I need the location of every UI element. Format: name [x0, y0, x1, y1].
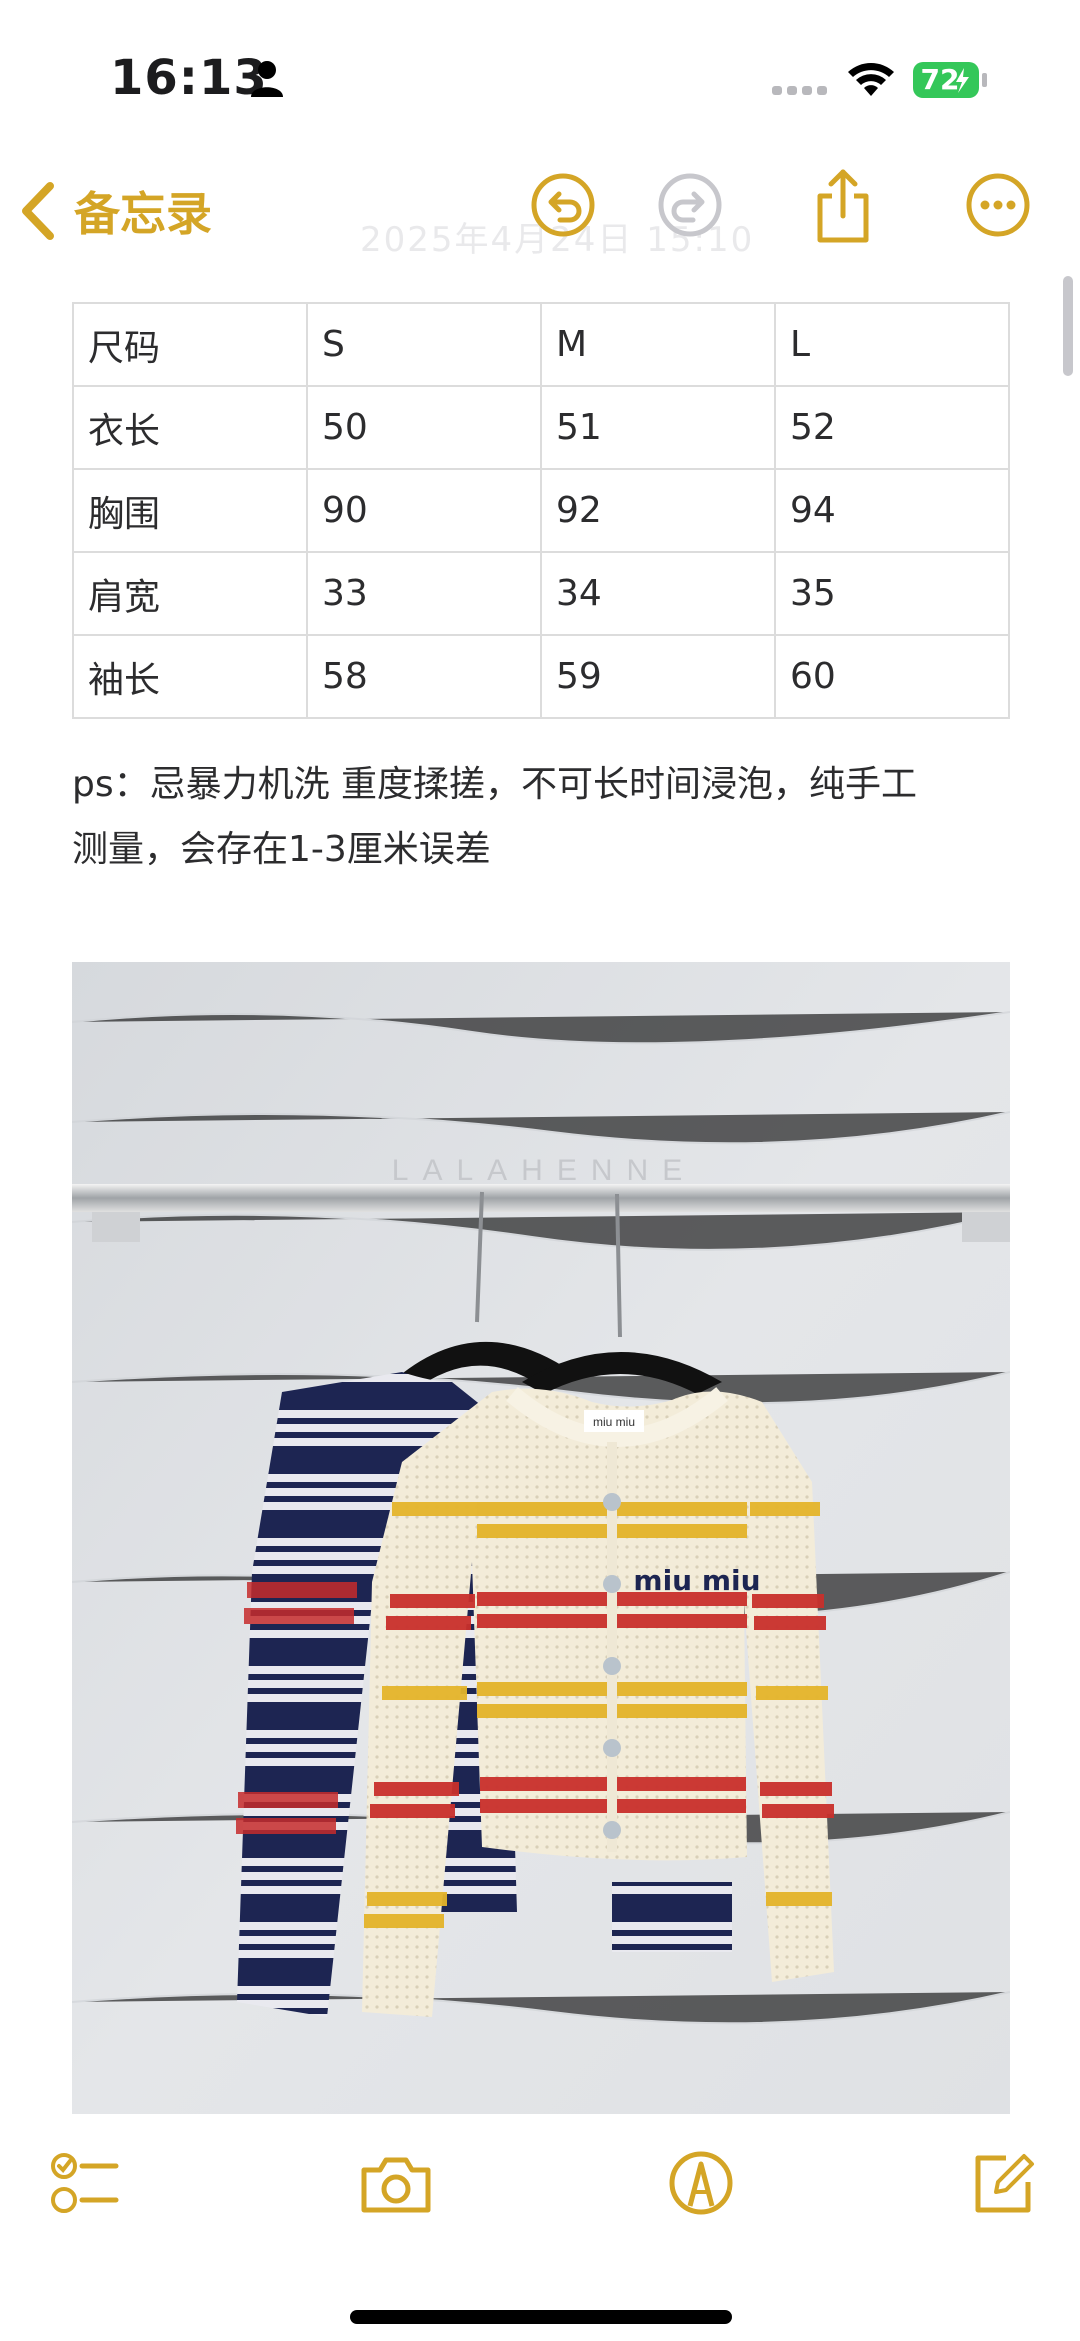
- table-cell[interactable]: 90: [306, 468, 542, 553]
- table-cell[interactable]: 50: [306, 385, 542, 470]
- note-line: ps：忌暴力机洗 重度揉搓，不可长时间浸泡，纯手工: [72, 764, 918, 805]
- table-cell[interactable]: 34: [540, 551, 776, 636]
- wifi-icon: [848, 63, 894, 96]
- more-icon[interactable]: [965, 172, 1031, 238]
- compose-icon[interactable]: [968, 2148, 1038, 2218]
- cardigan-image: LALAHENNE miu miu miu miu: [72, 962, 1010, 2114]
- checklist-icon[interactable]: [50, 2148, 120, 2218]
- chevron-left-icon: [22, 182, 54, 240]
- table-cell[interactable]: 袖长: [72, 634, 308, 719]
- battery-percent: 72: [920, 63, 960, 96]
- table-cell[interactable]: 92: [540, 468, 776, 553]
- scrollbar[interactable]: [1063, 276, 1073, 376]
- table-cell[interactable]: L: [774, 302, 1010, 387]
- battery-indicator: 72: [912, 60, 990, 100]
- size-table: 尺码 S M L 衣长 50 51 52 胸围 90 92 94 肩宽 33 3…: [72, 302, 1010, 719]
- status-time: 16:13: [110, 50, 268, 106]
- table-row: 袖长 58 59 60: [72, 634, 1010, 719]
- table-cell[interactable]: 衣长: [72, 385, 308, 470]
- table-cell[interactable]: 肩宽: [72, 551, 308, 636]
- cellular-signal-icon: [772, 86, 827, 95]
- table-cell[interactable]: 51: [540, 385, 776, 470]
- table-cell[interactable]: S: [306, 302, 542, 387]
- share-icon[interactable]: [810, 168, 876, 244]
- table-row: 衣长 50 51 52: [72, 385, 1010, 470]
- table-cell[interactable]: 胸围: [72, 468, 308, 553]
- product-photo[interactable]: LALAHENNE miu miu miu miu: [72, 962, 1010, 2114]
- home-indicator[interactable]: [350, 2310, 732, 2324]
- table-cell[interactable]: 59: [540, 634, 776, 719]
- table-cell[interactable]: 52: [774, 385, 1010, 470]
- note-text[interactable]: ps：忌暴力机洗 重度揉搓，不可长时间浸泡，纯手工 测量，会存在1-3厘米误差: [72, 752, 1012, 882]
- table-row: 肩宽 33 34 35: [72, 551, 1010, 636]
- focus-person-icon: [251, 61, 283, 97]
- table-cell[interactable]: 58: [306, 634, 542, 719]
- table-row: 尺码 S M L: [72, 302, 1010, 387]
- chest-logo-text: miu miu: [633, 1564, 760, 1597]
- table-cell[interactable]: 94: [774, 468, 1010, 553]
- note-line: 测量，会存在1-3厘米误差: [72, 829, 491, 870]
- redo-icon[interactable]: [657, 172, 723, 238]
- garment-label-text: miu miu: [593, 1415, 635, 1429]
- table-cell[interactable]: 60: [774, 634, 1010, 719]
- status-bar: 16:13 72: [0, 0, 1080, 150]
- undo-icon[interactable]: [530, 172, 596, 238]
- table-cell[interactable]: 33: [306, 551, 542, 636]
- back-button[interactable]: 备忘录: [20, 176, 212, 246]
- photo-watermark: LALAHENNE: [392, 1154, 696, 1187]
- table-cell[interactable]: 尺码: [72, 302, 308, 387]
- camera-icon[interactable]: [358, 2148, 434, 2218]
- table-cell[interactable]: 35: [774, 551, 1010, 636]
- table-row: 胸围 90 92 94: [72, 468, 1010, 553]
- markup-pen-icon[interactable]: [666, 2148, 736, 2218]
- table-cell[interactable]: M: [540, 302, 776, 387]
- back-label: 备忘录: [74, 187, 212, 241]
